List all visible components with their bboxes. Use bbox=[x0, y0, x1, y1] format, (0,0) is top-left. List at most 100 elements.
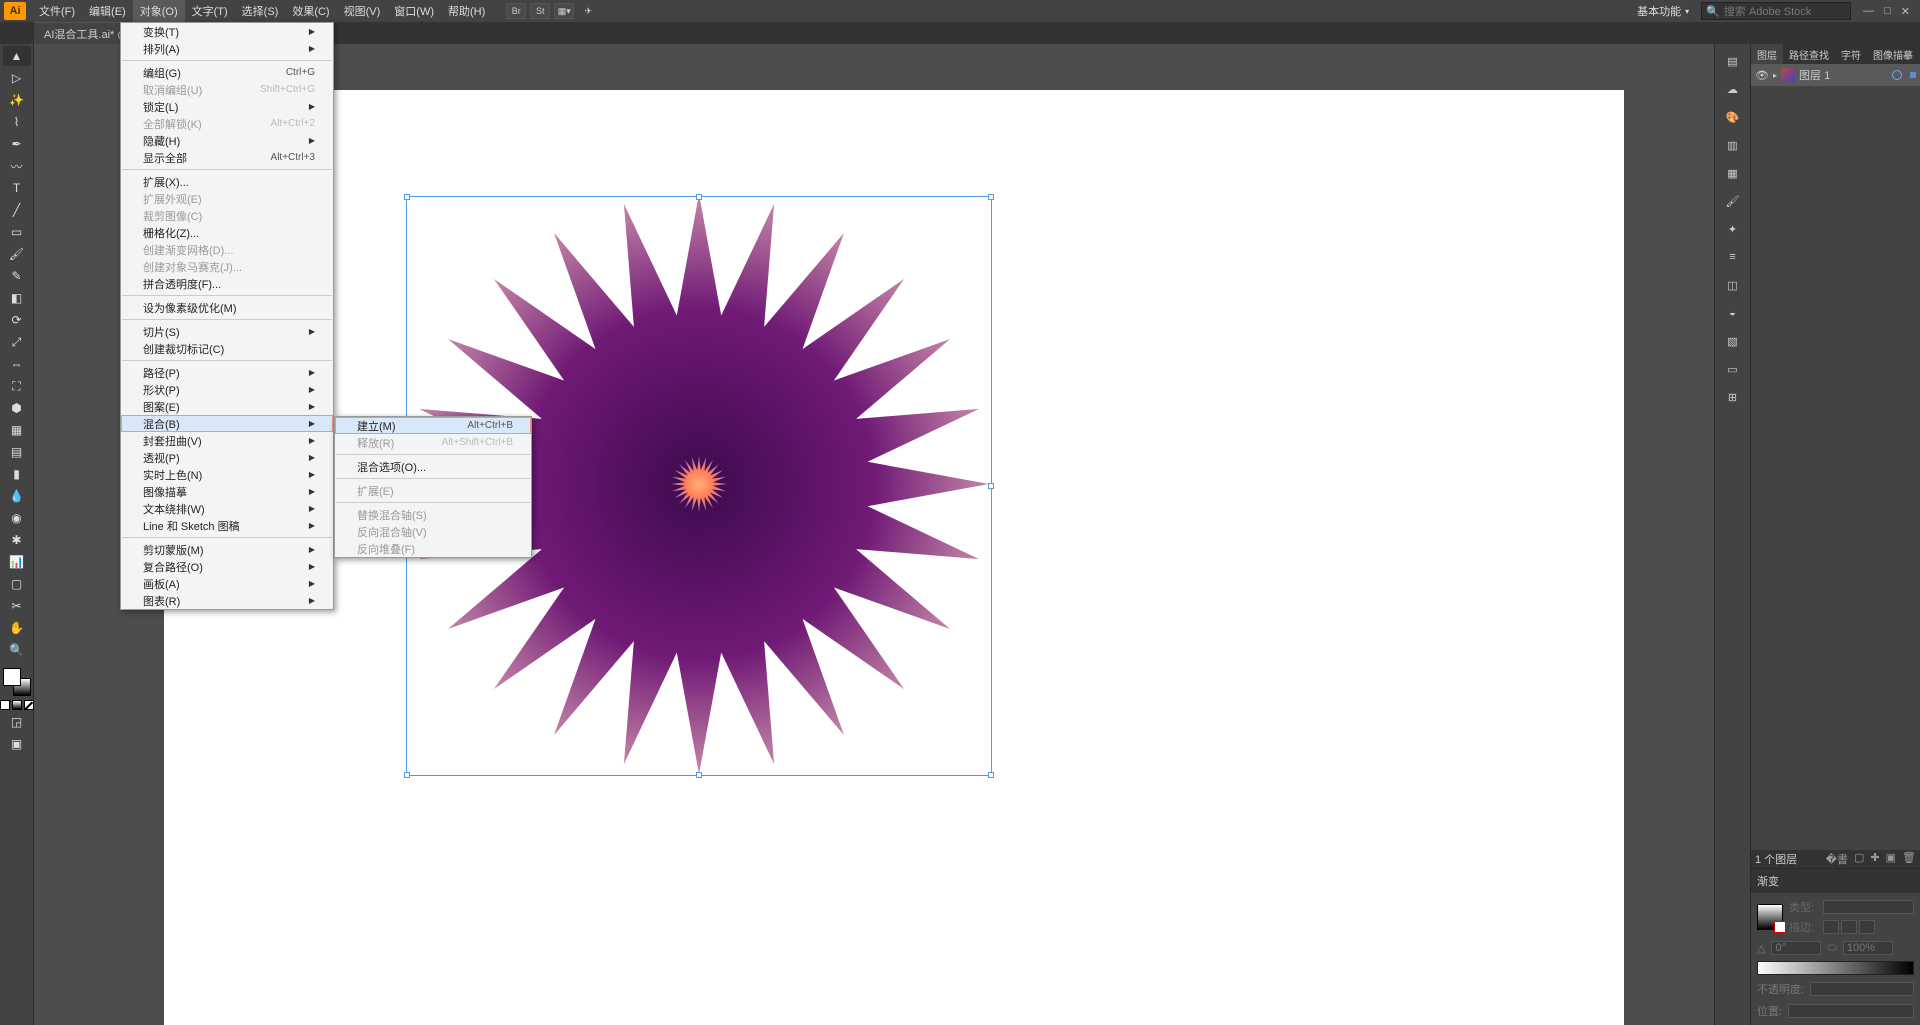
mi-envelope[interactable]: 封套扭曲(V) bbox=[121, 432, 333, 449]
make-clip-icon[interactable]: ▢ bbox=[1854, 851, 1864, 867]
zoom-tool[interactable]: 🔍 bbox=[3, 640, 31, 660]
gradient-slider[interactable] bbox=[1757, 961, 1914, 975]
mi-image-trace[interactable]: 图像描摹 bbox=[121, 483, 333, 500]
menu-view[interactable]: 视图(V) bbox=[337, 0, 388, 22]
menu-help[interactable]: 帮助(H) bbox=[441, 0, 492, 22]
rectangle-tool[interactable]: ▭ bbox=[3, 222, 31, 242]
mi-pixel-perfect[interactable]: 设为像素级优化(M) bbox=[121, 299, 333, 316]
visibility-icon[interactable]: 👁 bbox=[1755, 69, 1769, 82]
stroke-gradient-buttons[interactable] bbox=[1823, 920, 1875, 934]
menu-file[interactable]: 文件(F) bbox=[32, 0, 82, 22]
menu-type[interactable]: 文字(T) bbox=[185, 0, 235, 22]
brushes-icon[interactable]: 🖌 bbox=[1720, 190, 1746, 212]
rotate-tool[interactable]: ⟳ bbox=[3, 310, 31, 330]
gradient-tool[interactable]: ▮ bbox=[3, 464, 31, 484]
color-mode-swatches[interactable] bbox=[0, 700, 34, 710]
stock-search[interactable]: 🔍 搜索 Adobe Stock bbox=[1701, 2, 1851, 20]
lasso-tool[interactable]: ⌇ bbox=[3, 112, 31, 132]
tab-image-trace[interactable]: 图像描摹 bbox=[1867, 44, 1919, 64]
mi-flatten-transparency[interactable]: 拼合透明度(F)... bbox=[121, 275, 333, 292]
menu-window[interactable]: 窗口(W) bbox=[387, 0, 441, 22]
stroke-icon[interactable]: ≡ bbox=[1720, 246, 1746, 268]
shaper-tool[interactable]: ✎ bbox=[3, 266, 31, 286]
mi-arrange[interactable]: 排列(A) bbox=[121, 40, 333, 57]
free-transform-tool[interactable]: ⛶ bbox=[3, 376, 31, 396]
hand-tool[interactable]: ✋ bbox=[3, 618, 31, 638]
gradient-position[interactable] bbox=[1788, 1004, 1914, 1018]
gradient-ratio[interactable]: 100% bbox=[1843, 941, 1893, 955]
delete-layer-icon[interactable]: 🗑 bbox=[1902, 851, 1916, 867]
mi-pattern[interactable]: 图案(E) bbox=[121, 398, 333, 415]
mi-blend-options[interactable]: 混合选项(O)... bbox=[335, 458, 531, 475]
workspace-switcher[interactable]: 基本功能 ▾ bbox=[1631, 1, 1695, 21]
gpu-icon[interactable]: ✈ bbox=[578, 3, 598, 19]
fill-stroke-swatch[interactable] bbox=[3, 668, 31, 696]
blend-tool[interactable]: ◉ bbox=[3, 508, 31, 528]
layer-row[interactable]: 👁 ▸ 图层 1 bbox=[1751, 64, 1920, 86]
line-tool[interactable]: ╱ bbox=[3, 200, 31, 220]
mi-shape[interactable]: 形状(P) bbox=[121, 381, 333, 398]
mi-group[interactable]: 编组(G)Ctrl+G bbox=[121, 64, 333, 81]
color-icon[interactable]: 🎨 bbox=[1720, 106, 1746, 128]
menu-edit[interactable]: 编辑(E) bbox=[82, 0, 133, 22]
tab-pathfinder[interactable]: 路径查找 bbox=[1783, 44, 1835, 64]
mi-rasterize[interactable]: 栅格化(Z)... bbox=[121, 224, 333, 241]
mi-text-wrap[interactable]: 文本绕排(W) bbox=[121, 500, 333, 517]
gradient-angle[interactable]: 0° bbox=[1771, 941, 1821, 955]
draw-mode-icon[interactable]: ◲ bbox=[3, 712, 31, 732]
mi-hide[interactable]: 隐藏(H) bbox=[121, 132, 333, 149]
mi-trim-marks[interactable]: 创建裁切标记(C) bbox=[121, 340, 333, 357]
gradient-preview[interactable] bbox=[1757, 904, 1783, 930]
column-graph-tool[interactable]: 📊 bbox=[3, 552, 31, 572]
curvature-tool[interactable]: 〰 bbox=[3, 156, 31, 176]
symbol-sprayer-tool[interactable]: ✱ bbox=[3, 530, 31, 550]
new-sublayer-icon[interactable]: ✚ bbox=[1870, 851, 1879, 867]
magic-wand-tool[interactable]: ✨ bbox=[3, 90, 31, 110]
gradient-type-select[interactable] bbox=[1823, 900, 1914, 914]
mi-slice[interactable]: 切片(S) bbox=[121, 323, 333, 340]
close-icon[interactable]: ✕ bbox=[1901, 5, 1910, 18]
tab-character[interactable]: 字符 bbox=[1835, 44, 1867, 64]
direct-selection-tool[interactable]: ▷ bbox=[3, 68, 31, 88]
new-layer-icon[interactable]: ▣ bbox=[1886, 851, 1896, 867]
scale-tool[interactable]: ⤢ bbox=[3, 332, 31, 352]
mi-expand[interactable]: 扩展(X)... bbox=[121, 173, 333, 190]
locate-icon[interactable]: �書 bbox=[1826, 851, 1848, 867]
minimize-icon[interactable]: — bbox=[1863, 5, 1874, 18]
menu-object[interactable]: 对象(O) bbox=[133, 0, 185, 22]
color-guide-icon[interactable]: ▥ bbox=[1720, 134, 1746, 156]
type-tool[interactable]: T bbox=[3, 178, 31, 198]
mi-path[interactable]: 路径(P) bbox=[121, 364, 333, 381]
swatches-icon[interactable]: ▦ bbox=[1720, 162, 1746, 184]
mi-clipping-mask[interactable]: 剪切蒙版(M) bbox=[121, 541, 333, 558]
mi-graph[interactable]: 图表(R) bbox=[121, 592, 333, 609]
mi-compound-path[interactable]: 复合路径(O) bbox=[121, 558, 333, 575]
fill-swatch[interactable] bbox=[3, 668, 21, 686]
mi-transform[interactable]: 变换(T) bbox=[121, 23, 333, 40]
mi-artboards[interactable]: 画板(A) bbox=[121, 575, 333, 592]
arrange-docs-icon[interactable]: ▦▾ bbox=[554, 3, 574, 19]
shape-builder-tool[interactable]: ⬢ bbox=[3, 398, 31, 418]
transparency-icon[interactable]: ◫ bbox=[1720, 274, 1746, 296]
screen-mode-icon[interactable]: ▣ bbox=[3, 734, 31, 754]
paintbrush-tool[interactable]: 🖌 bbox=[3, 244, 31, 264]
pen-tool[interactable]: ✒ bbox=[3, 134, 31, 154]
width-tool[interactable]: ⇔ bbox=[3, 354, 31, 374]
expand-icon[interactable]: ▸ bbox=[1773, 71, 1777, 80]
mi-blend[interactable]: 混合(B) bbox=[121, 415, 333, 432]
menu-effect[interactable]: 效果(C) bbox=[285, 0, 336, 22]
mi-line-sketch[interactable]: Line 和 Sketch 图稿 bbox=[121, 517, 333, 534]
appearance-icon[interactable]: ◒ bbox=[1720, 302, 1746, 324]
eyedropper-tool[interactable]: 💧 bbox=[3, 486, 31, 506]
tab-layers[interactable]: 图层 bbox=[1751, 44, 1783, 64]
perspective-grid-tool[interactable]: ▦ bbox=[3, 420, 31, 440]
mi-blend-make[interactable]: 建立(M)Alt+Ctrl+B bbox=[335, 417, 531, 434]
mesh-tool[interactable]: ▤ bbox=[3, 442, 31, 462]
libraries-icon[interactable]: ☁ bbox=[1720, 78, 1746, 100]
eraser-tool[interactable]: ◧ bbox=[3, 288, 31, 308]
symbols-icon[interactable]: ✦ bbox=[1720, 218, 1746, 240]
gradient-opacity[interactable] bbox=[1810, 982, 1914, 996]
mi-live-paint[interactable]: 实时上色(N) bbox=[121, 466, 333, 483]
mi-perspective[interactable]: 透视(P) bbox=[121, 449, 333, 466]
maximize-icon[interactable]: □ bbox=[1884, 5, 1891, 18]
